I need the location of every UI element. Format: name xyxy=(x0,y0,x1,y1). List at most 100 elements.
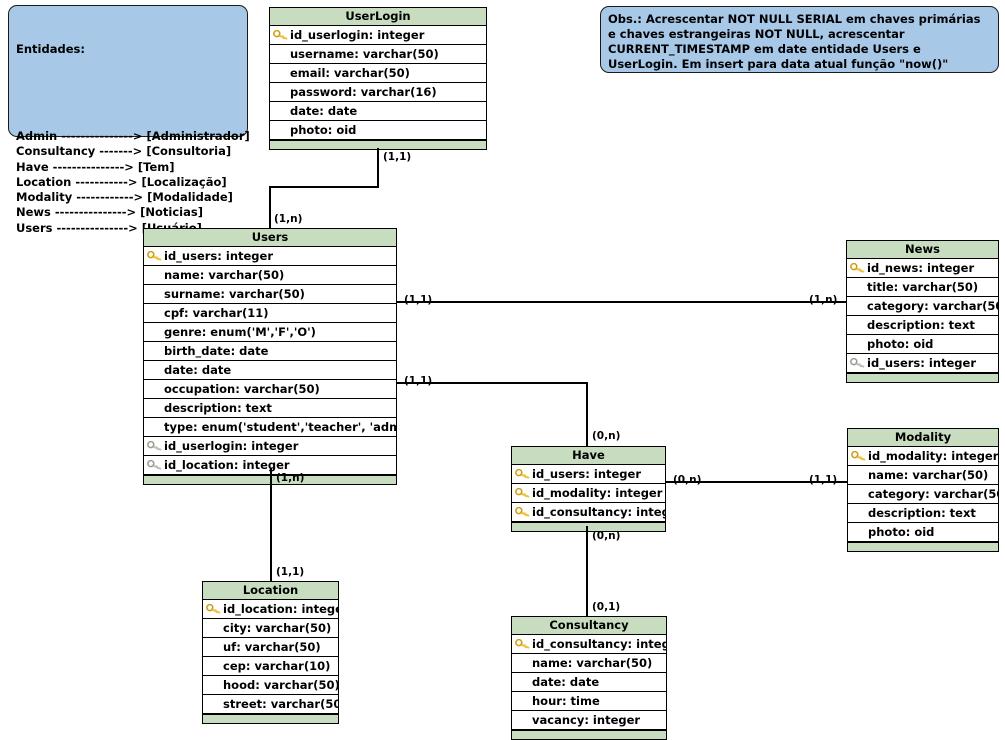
entity-attribute-label: id_users: integer xyxy=(532,467,642,481)
entity-attribute-row: description: text xyxy=(847,316,998,335)
primary-key-icon xyxy=(515,488,530,498)
entity-table-have[interactable]: Have id_users: integer id_modality: intege… xyxy=(511,446,666,532)
entity-table-userlogin[interactable]: UserLogin id_userlogin: integer username: … xyxy=(269,7,487,150)
entity-attribute-label: description: text xyxy=(867,318,975,332)
entity-attribute-row: photo: oid xyxy=(847,335,998,354)
foreign-key-icon xyxy=(147,460,162,470)
entity-attribute-row: street: varchar(50) xyxy=(203,695,338,714)
entity-attribute-label: id_consultancy: integer xyxy=(532,637,666,651)
entity-title-userlogin: UserLogin xyxy=(270,8,486,26)
entity-attribute-label: username: varchar(50) xyxy=(290,47,439,61)
entity-attribute-label: id_userlogin: integer xyxy=(164,439,299,453)
entity-attribute-label: birth_date: date xyxy=(164,344,269,358)
entity-attribute-label: genre: enum('M','F','O') xyxy=(164,325,316,339)
entity-attribute-label: id_users: integer xyxy=(164,249,274,263)
entity-attribute-label: category: varchar(50) xyxy=(867,299,998,313)
entity-attribute-label: date: date xyxy=(532,675,600,689)
legend-line: Modality ------------> [Modalidade] xyxy=(16,190,233,205)
cardinality-modality-to-have: (1,1) xyxy=(809,474,838,486)
primary-key-icon xyxy=(850,263,865,273)
entity-attribute-label: title: varchar(50) xyxy=(867,280,979,294)
entity-attribute-row: id_userlogin: integer xyxy=(270,26,486,45)
entity-attribute-label: occupation: varchar(50) xyxy=(164,382,320,396)
entity-attribute-row: id_users: integer xyxy=(847,354,998,373)
entity-attribute-label: photo: oid xyxy=(868,525,935,539)
cardinality-users-to-have: (1,1) xyxy=(404,375,433,387)
entity-attribute-row: photo: oid xyxy=(270,121,486,140)
entity-footer-have xyxy=(512,522,665,531)
entity-title-modality: Modality xyxy=(848,429,998,447)
entity-attribute-row: id_consultancy: integer xyxy=(512,503,665,522)
entity-attribute-row: vacancy: integer xyxy=(512,711,666,730)
legend-line: Location -----------> [Localização] xyxy=(16,174,227,189)
entity-title-consultancy: Consultancy xyxy=(512,617,666,635)
entity-attribute-row: occupation: varchar(50) xyxy=(144,380,396,399)
primary-key-icon xyxy=(515,639,530,649)
entity-attribute-row: date: date xyxy=(144,361,396,380)
entity-attribute-row: name: varchar(50) xyxy=(512,654,666,673)
primary-key-icon xyxy=(515,507,530,517)
entity-table-location[interactable]: Location id_location: integer city: varcha… xyxy=(202,581,339,724)
entity-attribute-label: hood: varchar(50) xyxy=(223,678,338,692)
legend-line: Consultancy -------> [Consultoria] xyxy=(16,144,232,159)
entity-attribute-label: email: varchar(50) xyxy=(290,66,410,80)
entity-attribute-row: name: varchar(50) xyxy=(144,266,396,285)
connector-users-location xyxy=(270,468,272,582)
entity-table-modality[interactable]: Modality id_modality: integer name: varcha… xyxy=(847,428,999,552)
entity-footer-location xyxy=(203,714,338,723)
entity-attribute-row: city: varchar(50) xyxy=(203,619,338,638)
entity-attribute-row: birth_date: date xyxy=(144,342,396,361)
legend-line: News ---------------> [Noticias] xyxy=(16,205,203,220)
entity-attribute-label: photo: oid xyxy=(290,123,357,137)
entity-title-have: Have xyxy=(512,447,665,465)
legend-line: Have ---------------> [Tem] xyxy=(16,159,175,174)
connector-userlogin-users-seg3 xyxy=(269,186,271,228)
entity-attribute-label: name: varchar(50) xyxy=(164,268,285,282)
entity-attribute-label: password: varchar(16) xyxy=(290,85,437,99)
entity-attribute-row: cep: varchar(10) xyxy=(203,657,338,676)
entity-attribute-label: category: varchar(50) xyxy=(868,487,998,501)
entity-title-news: News xyxy=(847,241,998,259)
legend-title: Entidades: xyxy=(16,41,85,56)
entity-attribute-label: description: text xyxy=(164,401,272,415)
entity-attribute-row: date: date xyxy=(270,102,486,121)
entity-table-news[interactable]: News id_news: integer title: varchar(50) ca… xyxy=(846,240,999,383)
entity-attribute-row: uf: varchar(50) xyxy=(203,638,338,657)
observation-note-text: Obs.: Acrescentar NOT NULL SERIAL em cha… xyxy=(608,12,981,71)
entity-attribute-row: description: text xyxy=(848,504,998,523)
entity-attribute-row: hour: time xyxy=(512,692,666,711)
entity-attribute-label: name: varchar(50) xyxy=(868,468,989,482)
foreign-key-icon xyxy=(850,358,865,368)
entity-attribute-row: genre: enum('M','F','O') xyxy=(144,323,396,342)
entity-attribute-row: date: date xyxy=(512,673,666,692)
entity-attribute-label: id_modality: integer xyxy=(868,449,998,463)
entity-attribute-row: category: varchar(50) xyxy=(847,297,998,316)
cardinality-have-to-consultancy: (0,n) xyxy=(592,530,621,542)
entity-attribute-row: id_location: integer xyxy=(203,600,338,619)
entity-attribute-label: id_location: integer xyxy=(223,602,338,616)
entity-attribute-row: description: text xyxy=(144,399,396,418)
entity-attribute-label: photo: oid xyxy=(867,337,934,351)
entity-attribute-row: id_modality: integer xyxy=(848,447,998,466)
entity-attribute-row: id_news: integer xyxy=(847,259,998,278)
connector-userlogin-users-seg1 xyxy=(377,148,379,187)
primary-key-icon xyxy=(206,604,221,614)
entity-title-location: Location xyxy=(203,582,338,600)
entity-attribute-row: id_modality: integer xyxy=(512,484,665,503)
entity-attribute-label: hour: time xyxy=(532,694,600,708)
legend-lines: Admin ---------------> [Administrador] Co… xyxy=(16,128,250,236)
entity-attribute-label: date: date xyxy=(164,363,232,377)
entity-attribute-label: surname: varchar(50) xyxy=(164,287,305,301)
entity-attribute-label: name: varchar(50) xyxy=(532,656,653,670)
entity-table-users[interactable]: Users id_users: integer name: varchar(50) s… xyxy=(143,228,397,485)
connector-users-news xyxy=(397,301,846,303)
entity-footer-news xyxy=(847,373,998,382)
entity-attribute-row: category: varchar(50) xyxy=(848,485,998,504)
cardinality-consultancy-to-have: (0,1) xyxy=(592,601,621,613)
entity-attribute-row: id_users: integer xyxy=(512,465,665,484)
cardinality-users-to-userlogin: (1,n) xyxy=(274,213,303,225)
entity-attribute-row: id_users: integer xyxy=(144,247,396,266)
entity-attribute-label: date: date xyxy=(290,104,358,118)
entity-table-consultancy[interactable]: Consultancy id_consultancy: integer name: … xyxy=(511,616,667,740)
legend-line: Admin ---------------> [Administrador] xyxy=(16,128,250,143)
